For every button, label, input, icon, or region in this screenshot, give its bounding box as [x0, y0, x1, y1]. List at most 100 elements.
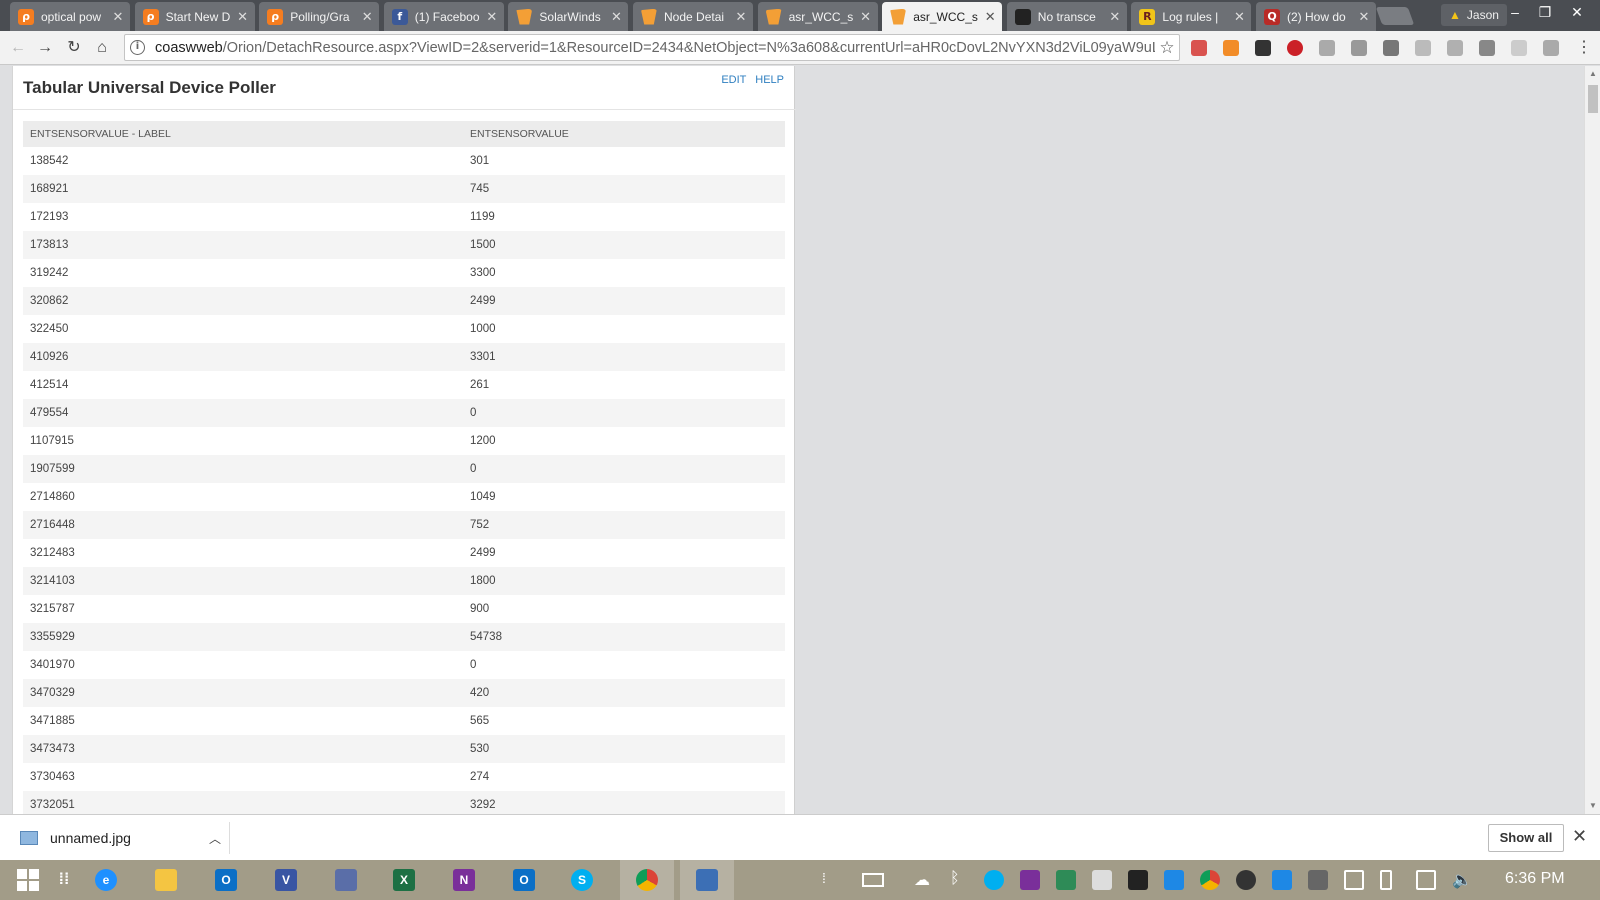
browser-tab[interactable]: SolarWinds ✕ — [508, 2, 629, 31]
extension-icon[interactable] — [1415, 40, 1431, 56]
column-header-value[interactable]: ENTSENSORVALUE — [463, 121, 785, 147]
tab-close-icon[interactable]: ✕ — [486, 9, 498, 25]
tab-close-icon[interactable]: ✕ — [1358, 9, 1370, 25]
tab-close-icon[interactable]: ✕ — [361, 9, 373, 25]
url-text[interactable]: coaswweb/Orion/DetachResource.aspx?ViewI… — [155, 40, 1155, 56]
sensor-value-cell: 2499 — [470, 547, 496, 559]
scrollbar-thumb[interactable] — [1588, 85, 1598, 113]
visio-icon[interactable]: V — [272, 866, 300, 894]
address-bar[interactable]: i coaswweb/Orion/DetachResource.aspx?Vie… — [124, 34, 1180, 61]
cloud-warning-icon[interactable]: ☁ — [914, 870, 934, 890]
close-icon[interactable]: ✕ — [1572, 826, 1587, 847]
tab-close-icon[interactable]: ✕ — [735, 9, 747, 25]
browser-tab[interactable]: R Log rules | ✕ — [1131, 2, 1252, 31]
internet-explorer-icon[interactable]: e — [92, 866, 120, 894]
file-explorer-icon[interactable] — [152, 866, 180, 894]
outlook-icon[interactable]: O — [510, 866, 538, 894]
edit-link[interactable]: EDIT — [721, 74, 746, 86]
skype-icon[interactable]: S — [568, 866, 596, 894]
chrome-icon[interactable] — [620, 860, 674, 900]
lock-tray-icon[interactable] — [1092, 870, 1112, 890]
skype-tray-icon[interactable] — [984, 870, 1004, 890]
chrome-tray-icon[interactable] — [1200, 870, 1220, 890]
download-item[interactable]: unnamed.jpg ︿ — [10, 822, 230, 854]
excel-icon[interactable]: X — [390, 866, 418, 894]
app-tray-icon[interactable] — [1272, 870, 1292, 890]
tray-overflow-icon[interactable]: ⁞ — [822, 870, 842, 890]
taskbar-clock[interactable]: 6:36 PM — [1505, 870, 1565, 888]
new-tab-button[interactable] — [1375, 7, 1415, 25]
browser-tab[interactable]: Q (2) How do ✕ — [1256, 2, 1376, 31]
keyboard-icon[interactable] — [862, 873, 884, 887]
app-tray-icon[interactable] — [1308, 870, 1328, 890]
tab-close-icon[interactable]: ✕ — [610, 9, 622, 25]
chevron-up-icon[interactable]: ︿ — [209, 830, 229, 847]
forward-button[interactable]: → — [33, 36, 57, 60]
battery-icon[interactable] — [1380, 870, 1392, 890]
onenote-icon[interactable]: N — [450, 866, 478, 894]
remote-desktop-icon[interactable] — [680, 860, 734, 900]
close-window-button[interactable]: ✕ — [1562, 2, 1592, 24]
extension-icon[interactable] — [1223, 40, 1239, 56]
show-all-button[interactable]: Show all — [1488, 824, 1564, 852]
bookmark-star-icon[interactable]: ☆ — [1155, 38, 1179, 58]
extension-icon[interactable] — [1351, 40, 1367, 56]
help-link[interactable]: HELP — [755, 74, 784, 86]
onenote-tray-icon[interactable] — [1020, 870, 1040, 890]
extension-icon[interactable] — [1191, 40, 1207, 56]
extension-icon[interactable] — [1383, 40, 1399, 56]
solarwinds-icon — [641, 8, 657, 25]
browser-tab[interactable]: ρ optical pow ✕ — [10, 2, 130, 31]
profile-button[interactable]: ▲ Jason — [1441, 4, 1507, 26]
tab-close-icon[interactable]: ✕ — [237, 9, 249, 25]
tab-close-icon[interactable]: ✕ — [860, 9, 872, 25]
reload-button[interactable]: ↻ — [62, 36, 86, 60]
outlook-icon[interactable]: O — [212, 866, 240, 894]
browser-tab[interactable]: Node Detai ✕ — [633, 2, 753, 31]
column-header-label[interactable]: ENTSENSORVALUE - LABEL — [23, 121, 463, 147]
browser-tab[interactable]: asr_WCC_s ✕ — [882, 2, 1003, 31]
apps-grid-icon[interactable]: ⁞⁞ — [50, 866, 78, 894]
extension-icon[interactable] — [1319, 40, 1335, 56]
scroll-up-icon[interactable]: ▲ — [1585, 66, 1600, 82]
browser-toolbar: ← → ↻ ⌂ i coaswweb/Orion/DetachResource.… — [0, 31, 1600, 65]
app-tray-icon[interactable] — [1056, 870, 1076, 890]
monitor-tray-icon[interactable] — [1164, 870, 1184, 890]
tab-close-icon[interactable]: ✕ — [984, 9, 996, 25]
extension-icon[interactable] — [1479, 40, 1495, 56]
tab-close-icon[interactable]: ✕ — [1109, 9, 1121, 25]
browser-tab[interactable]: asr_WCC_s ✕ — [757, 2, 878, 31]
audio-app-tray-icon[interactable] — [1128, 870, 1148, 890]
bluetooth-icon[interactable]: ᛒ — [950, 870, 970, 890]
extension-icon[interactable] — [1543, 40, 1559, 56]
info-icon[interactable]: i — [130, 40, 145, 55]
home-button[interactable]: ⌂ — [90, 36, 114, 60]
display-tray-icon[interactable] — [1344, 870, 1364, 890]
sensor-value-cell: 3301 — [463, 343, 785, 371]
browser-tab[interactable]: ρ Start New D ✕ — [134, 2, 255, 31]
pinterest-icon[interactable] — [1287, 40, 1303, 56]
scroll-down-icon[interactable]: ▼ — [1585, 798, 1600, 814]
tab-close-icon[interactable]: ✕ — [112, 9, 124, 25]
tab-close-icon[interactable]: ✕ — [1233, 9, 1245, 25]
browser-tab[interactable]: ρ Polling/Gra ✕ — [259, 2, 380, 31]
app-tray-icon[interactable] — [1236, 870, 1256, 890]
volume-icon[interactable]: 🔈 — [1452, 870, 1472, 890]
menu-icon[interactable]: ⋮ — [1572, 36, 1596, 60]
extension-icon[interactable] — [1511, 40, 1527, 56]
page-scrollbar[interactable]: ▲ ▼ — [1584, 66, 1600, 814]
sensor-value-cell: 420 — [463, 679, 785, 707]
sensor-label-cell: 479554 — [23, 399, 463, 427]
back-button[interactable]: ← — [6, 36, 30, 60]
windows-start-icon[interactable] — [14, 866, 42, 894]
extension-icon[interactable] — [1255, 40, 1271, 56]
restore-button[interactable]: ❐ — [1530, 2, 1560, 24]
sensor-label-cell: 2714860 — [30, 491, 75, 503]
browser-tab[interactable]: f (1) Faceboo ✕ — [383, 2, 504, 31]
browser-tab[interactable]: No transce ✕ — [1006, 2, 1127, 31]
table-row: 2716448 752 — [23, 511, 785, 539]
minimize-button[interactable]: – — [1500, 2, 1530, 24]
network-tray-icon[interactable] — [1416, 870, 1436, 890]
network-icon[interactable] — [332, 866, 360, 894]
extension-icon[interactable] — [1447, 40, 1463, 56]
